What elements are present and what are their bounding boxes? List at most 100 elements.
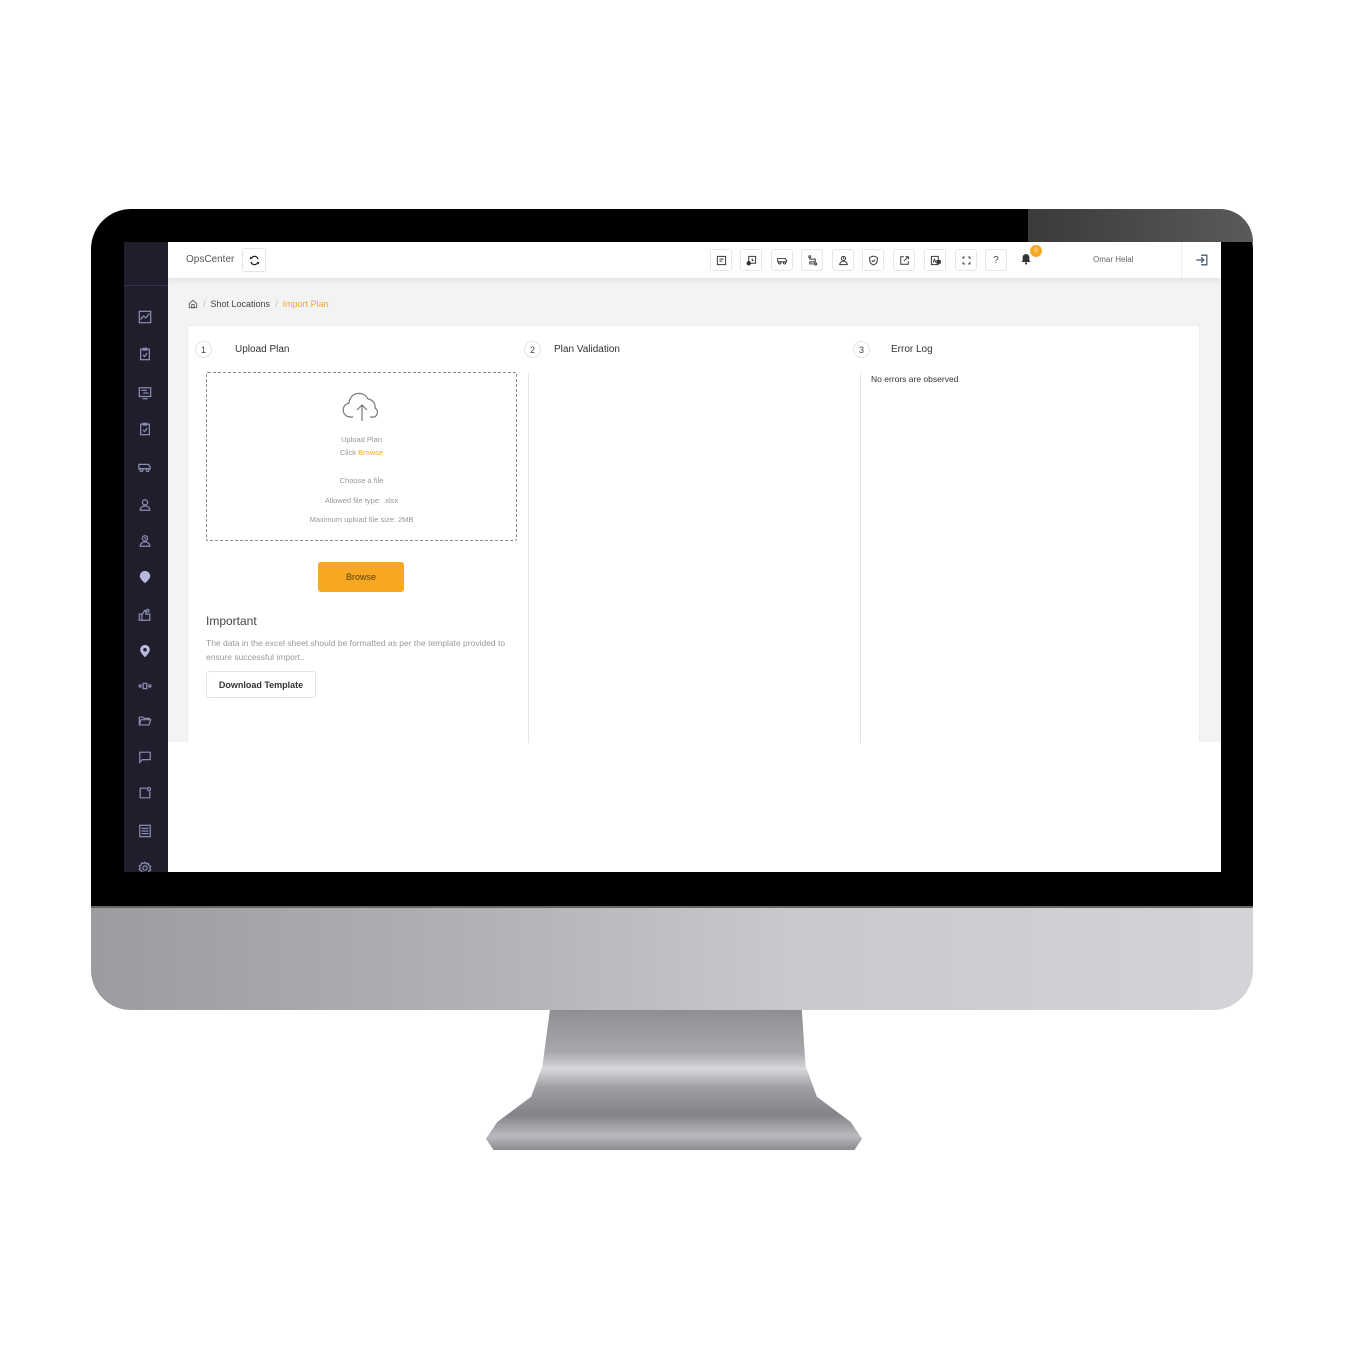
fullscreen-icon <box>962 256 970 264</box>
message-icon <box>139 751 151 764</box>
sidebar-item-settings[interactable] <box>136 859 154 872</box>
toolbar-external-link-button[interactable] <box>893 249 915 271</box>
breadcrumb-import-plan: Import Plan <box>282 299 329 309</box>
step-title: Plan Validation <box>554 344 620 355</box>
clipboard-check-icon <box>140 422 150 436</box>
toolbar-schedule-report-button[interactable] <box>740 249 762 271</box>
chart-icon <box>138 310 152 324</box>
sidebar-item-messages[interactable] <box>136 748 154 766</box>
download-template-button[interactable]: Download Template <box>206 671 316 698</box>
sidebar-item-broadcast[interactable] <box>136 677 154 695</box>
report-icon <box>716 255 726 265</box>
bezel-glare <box>1028 209 1253 242</box>
sidebar-logo <box>124 242 168 286</box>
help-icon: ? <box>993 254 999 266</box>
step-upload-plan: 1 Upload Plan <box>195 341 289 358</box>
sidebar-item-reports[interactable] <box>136 822 154 840</box>
important-text: The data in the excel sheet should be fo… <box>206 638 506 662</box>
step-title: Upload Plan <box>235 344 290 355</box>
monitor-chin <box>91 906 1253 1010</box>
upload-click-hint: Click Browse <box>207 448 516 457</box>
sidebar-item-checklist[interactable] <box>136 420 154 438</box>
notification-square-icon <box>139 786 152 799</box>
sidebar-item-approvals[interactable] <box>136 606 154 624</box>
error-log-message: No errors are observed <box>871 374 959 384</box>
app-title: OpsCenter <box>186 254 235 265</box>
monitor-stand <box>486 1010 862 1150</box>
toolbar-route-button[interactable] <box>801 249 823 271</box>
sidebar-item-user-schedule[interactable] <box>136 532 154 550</box>
sidebar-item-shot-locations[interactable] <box>136 642 154 660</box>
clipboard-check-icon <box>140 347 150 361</box>
sidebar-item-notifications[interactable] <box>136 784 154 802</box>
logout-icon <box>1195 254 1207 266</box>
toolbar-shield-button[interactable] <box>862 249 884 271</box>
hand-thumb-icon <box>138 608 151 621</box>
sidebar-item-files[interactable] <box>136 712 154 730</box>
step-title: Error Log <box>891 344 933 355</box>
user-name[interactable]: Omar Helal <box>1093 255 1133 264</box>
toolbar-truck-button[interactable] <box>771 249 793 271</box>
toolbar-report-button[interactable] <box>710 249 732 271</box>
truck-icon <box>138 463 151 473</box>
top-bar: OpsCenter ? 0 Omar Helal <box>168 242 1221 278</box>
list-panel-icon <box>139 824 151 838</box>
click-prefix: Click <box>339 448 357 457</box>
sidebar-item-users[interactable] <box>136 496 154 514</box>
step-number: 2 <box>524 341 541 358</box>
browse-link[interactable]: Browse <box>358 448 383 457</box>
refresh-button[interactable] <box>242 248 266 272</box>
step-number: 3 <box>853 341 870 358</box>
sidebar-item-tasks[interactable] <box>136 345 154 363</box>
route-icon <box>807 254 817 265</box>
folder-open-icon <box>138 716 152 726</box>
sidebar-item-vehicles[interactable] <box>136 458 154 476</box>
sidebar-item-location-history[interactable] <box>136 568 154 586</box>
sidebar-item-chart[interactable] <box>136 308 154 326</box>
toolbar-help-button[interactable]: ? <box>985 249 1007 271</box>
main-content: / Shot Locations / Import Plan 1 Upload … <box>168 278 1221 743</box>
breadcrumb-separator: / <box>203 299 206 309</box>
allowed-file-type: Allowed file type: .xlsx <box>324 496 399 505</box>
map-pin-icon <box>140 644 150 658</box>
toolbar-image-export-button[interactable] <box>924 249 946 271</box>
toolbar-fullscreen-button[interactable] <box>955 249 977 271</box>
shield-check-icon <box>868 255 878 265</box>
logout-button[interactable] <box>1181 242 1221 278</box>
upload-heading: Upload Plan <box>341 435 382 444</box>
user-clock-icon <box>838 255 848 265</box>
external-link-icon <box>899 255 909 265</box>
step-number: 1 <box>195 341 212 358</box>
import-wizard-card: 1 Upload Plan 2 Plan Validation 3 Error … <box>187 325 1200 743</box>
location-clock-icon <box>139 570 151 584</box>
browse-button[interactable]: Browse <box>318 562 404 592</box>
choose-file-text: Choose a file <box>339 476 384 485</box>
step-plan-validation: 2 Plan Validation <box>524 341 620 358</box>
sidebar <box>124 242 168 872</box>
important-heading: Important <box>206 614 257 628</box>
notification-badge: 0 <box>1030 245 1042 257</box>
refresh-icon <box>249 255 259 265</box>
step-error-log: 3 Error Log <box>853 341 933 358</box>
broadcast-icon <box>138 682 152 690</box>
user-clock-icon <box>139 535 151 547</box>
truck-icon <box>776 257 787 264</box>
bell-icon <box>1021 254 1031 265</box>
breadcrumb: / Shot Locations / Import Plan <box>188 299 329 309</box>
screen: OpsCenter ? 0 Omar Helal / Shot Location… <box>124 242 1221 872</box>
column-divider <box>528 373 529 743</box>
settings-icon <box>138 861 152 872</box>
upload-dropzone[interactable]: Upload Plan Click Browse Choose a file A… <box>206 372 517 541</box>
home-icon[interactable] <box>188 299 198 309</box>
toolbar-user-schedule-button[interactable] <box>832 249 854 271</box>
sidebar-item-monitor[interactable] <box>136 384 154 402</box>
schedule-report-icon <box>746 255 756 265</box>
user-icon <box>139 499 151 511</box>
monitor-icon <box>138 387 152 400</box>
max-file-size: Maximum upload file size: 2MB <box>309 515 414 524</box>
breadcrumb-shot-locations[interactable]: Shot Locations <box>211 299 271 309</box>
image-export-icon <box>930 255 941 265</box>
cloud-upload-icon <box>341 391 383 425</box>
column-divider <box>860 373 861 743</box>
breadcrumb-separator: / <box>275 299 278 309</box>
